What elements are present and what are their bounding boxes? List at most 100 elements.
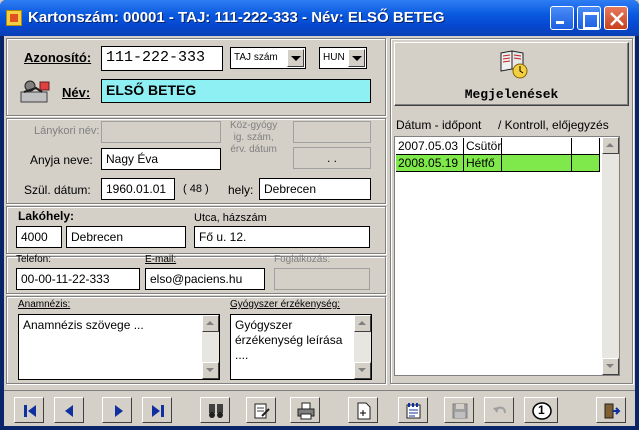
list-item[interactable]: 2007.05.03 Csütör xyxy=(395,138,603,155)
mother-name-input[interactable]: Nagy Éva xyxy=(101,148,221,170)
appointment-day: Csütör xyxy=(464,138,502,155)
appointment-date: 2008.05.19 xyxy=(396,155,464,172)
print-button[interactable] xyxy=(290,397,320,423)
anamnesis-textarea[interactable]: Anamnézis szövege ... xyxy=(18,314,220,380)
kozgyogy-number-input[interactable] xyxy=(293,121,371,143)
list-item-selected[interactable]: 2008.05.19 Hétfő xyxy=(395,155,603,172)
maximize-button[interactable] xyxy=(577,6,601,30)
undo-button[interactable] xyxy=(484,397,514,423)
appointment-control xyxy=(502,138,572,155)
chevron-down-icon[interactable] xyxy=(348,49,365,67)
anamnesis-text: Anamnézis szövege ... xyxy=(23,318,144,332)
id-type-value: TAJ szám xyxy=(234,52,278,63)
column-control-label: / Kontroll, előjegyzés xyxy=(498,118,609,132)
appointment-note xyxy=(572,138,600,155)
maiden-name-label: Lánykori név: xyxy=(34,125,100,137)
phone-label: Telefon: xyxy=(16,254,52,265)
new-document-icon xyxy=(357,402,371,420)
birth-date-label: Szül. dátum: xyxy=(24,183,91,197)
name-input[interactable]: ELSŐ BETEG xyxy=(101,79,371,103)
exit-button[interactable] xyxy=(596,397,626,423)
printer-icon xyxy=(297,402,315,420)
window-title: Kartonszám: 00001 - TAJ: 111-222-333 - N… xyxy=(28,9,445,26)
scroll-down-icon[interactable] xyxy=(202,362,219,379)
kozgyogy-date-input[interactable]: . . xyxy=(293,147,371,169)
scroll-up-icon[interactable] xyxy=(202,315,219,332)
chevron-down-icon[interactable] xyxy=(287,49,304,67)
save-button[interactable] xyxy=(444,397,474,423)
search-button[interactable] xyxy=(200,397,230,423)
country-select[interactable]: HUN xyxy=(319,47,367,69)
anamnesis-scrollbar[interactable] xyxy=(202,315,219,379)
scroll-up-icon[interactable] xyxy=(354,315,371,332)
previous-record-button[interactable] xyxy=(54,397,84,423)
bottom-toolbar: 1 xyxy=(4,390,635,426)
appointment-note xyxy=(572,155,600,172)
phone-input[interactable]: 00-00-11-22-333 xyxy=(16,268,140,290)
last-record-button[interactable] xyxy=(142,397,172,423)
next-record-icon xyxy=(115,405,123,417)
title-bar[interactable]: Kartonszám: 00001 - TAJ: 111-222-333 - N… xyxy=(0,0,639,36)
undo-icon xyxy=(493,406,506,414)
close-button[interactable] xyxy=(604,6,628,30)
appointment-date: 2007.05.03 xyxy=(396,138,464,155)
save-disk-icon xyxy=(452,403,468,419)
maiden-name-input[interactable] xyxy=(101,121,221,143)
scroll-down-icon[interactable] xyxy=(602,358,619,375)
appointments-list[interactable]: 2007.05.03 Csütör 2008.05.19 Hétfő xyxy=(394,136,620,376)
country-value: HUN xyxy=(323,52,345,63)
scroll-down-icon[interactable] xyxy=(354,362,371,379)
id-input[interactable]: 111-222-333 xyxy=(101,46,223,71)
occupation-label: Foglalkozás: xyxy=(274,254,331,265)
mother-name-label: Anyja neve: xyxy=(30,153,93,167)
age-value: ( 48 ) xyxy=(183,183,209,195)
email-label: E-mail: xyxy=(145,254,177,265)
zip-input[interactable]: 4000 xyxy=(16,226,62,248)
street-input[interactable]: Fő u. 12. xyxy=(194,226,370,248)
previous-record-icon xyxy=(65,405,73,417)
scroll-up-icon[interactable] xyxy=(602,137,619,154)
last-record-icon xyxy=(152,405,164,417)
binoculars-icon xyxy=(209,404,223,418)
calendar-clock-icon xyxy=(498,47,530,79)
occupation-input[interactable] xyxy=(274,268,370,290)
drug-allergy-label: Gyógyszer érzékenység: xyxy=(230,299,341,310)
city-input[interactable]: Debrecen xyxy=(66,226,186,248)
edit-document-icon xyxy=(254,403,270,419)
birth-date-input[interactable]: 1960.01.01 xyxy=(101,178,175,200)
app-window: Kartonszám: 00001 - TAJ: 111-222-333 - N… xyxy=(0,0,639,430)
anamnesis-label: Anamnézis: xyxy=(18,299,71,310)
kozgyogy-label: Köz-gyógy ig. szám, érv. dátum xyxy=(230,120,278,155)
residence-label: Lakóhely: xyxy=(18,209,75,223)
birth-place-label: hely: xyxy=(228,183,254,197)
column-date-label: Dátum - időpont xyxy=(396,118,482,132)
appointment-day: Hétfő xyxy=(464,155,502,172)
id-type-select[interactable]: TAJ szám xyxy=(230,47,306,69)
info-button-label: 1 xyxy=(538,403,545,417)
appointment-control xyxy=(502,155,572,172)
new-record-button[interactable] xyxy=(348,397,378,423)
edit-button[interactable] xyxy=(246,397,276,423)
drug-allergy-scrollbar[interactable] xyxy=(354,315,371,379)
appearances-label: Megjelenések xyxy=(464,87,559,102)
appearances-button[interactable]: Megjelenések xyxy=(394,42,629,106)
street-label: Utca, házszám xyxy=(194,212,267,224)
client-area: Azonosító: 111-222-333 TAJ szám HUN Név:… xyxy=(4,36,635,426)
birth-place-input[interactable]: Debrecen xyxy=(259,178,371,200)
email-input[interactable]: elso@paciens.hu xyxy=(145,268,265,290)
id-label: Azonosító: xyxy=(24,50,92,65)
patient-icon xyxy=(18,78,52,106)
close-icon xyxy=(610,12,624,26)
name-label: Név: xyxy=(62,85,91,100)
exit-door-icon xyxy=(604,403,621,419)
info-button[interactable]: 1 xyxy=(524,397,558,423)
app-icon xyxy=(6,10,22,26)
notepad-icon xyxy=(406,403,421,419)
notes-button[interactable] xyxy=(398,397,428,423)
minimize-button[interactable] xyxy=(550,6,574,30)
drug-allergy-textarea[interactable]: Gyógyszer érzékenység leírása .... xyxy=(230,314,372,380)
appointments-scrollbar[interactable] xyxy=(602,137,619,375)
next-record-button[interactable] xyxy=(102,397,132,423)
drug-allergy-text: Gyógyszer érzékenység leírása .... xyxy=(235,318,343,362)
first-record-button[interactable] xyxy=(14,397,44,423)
